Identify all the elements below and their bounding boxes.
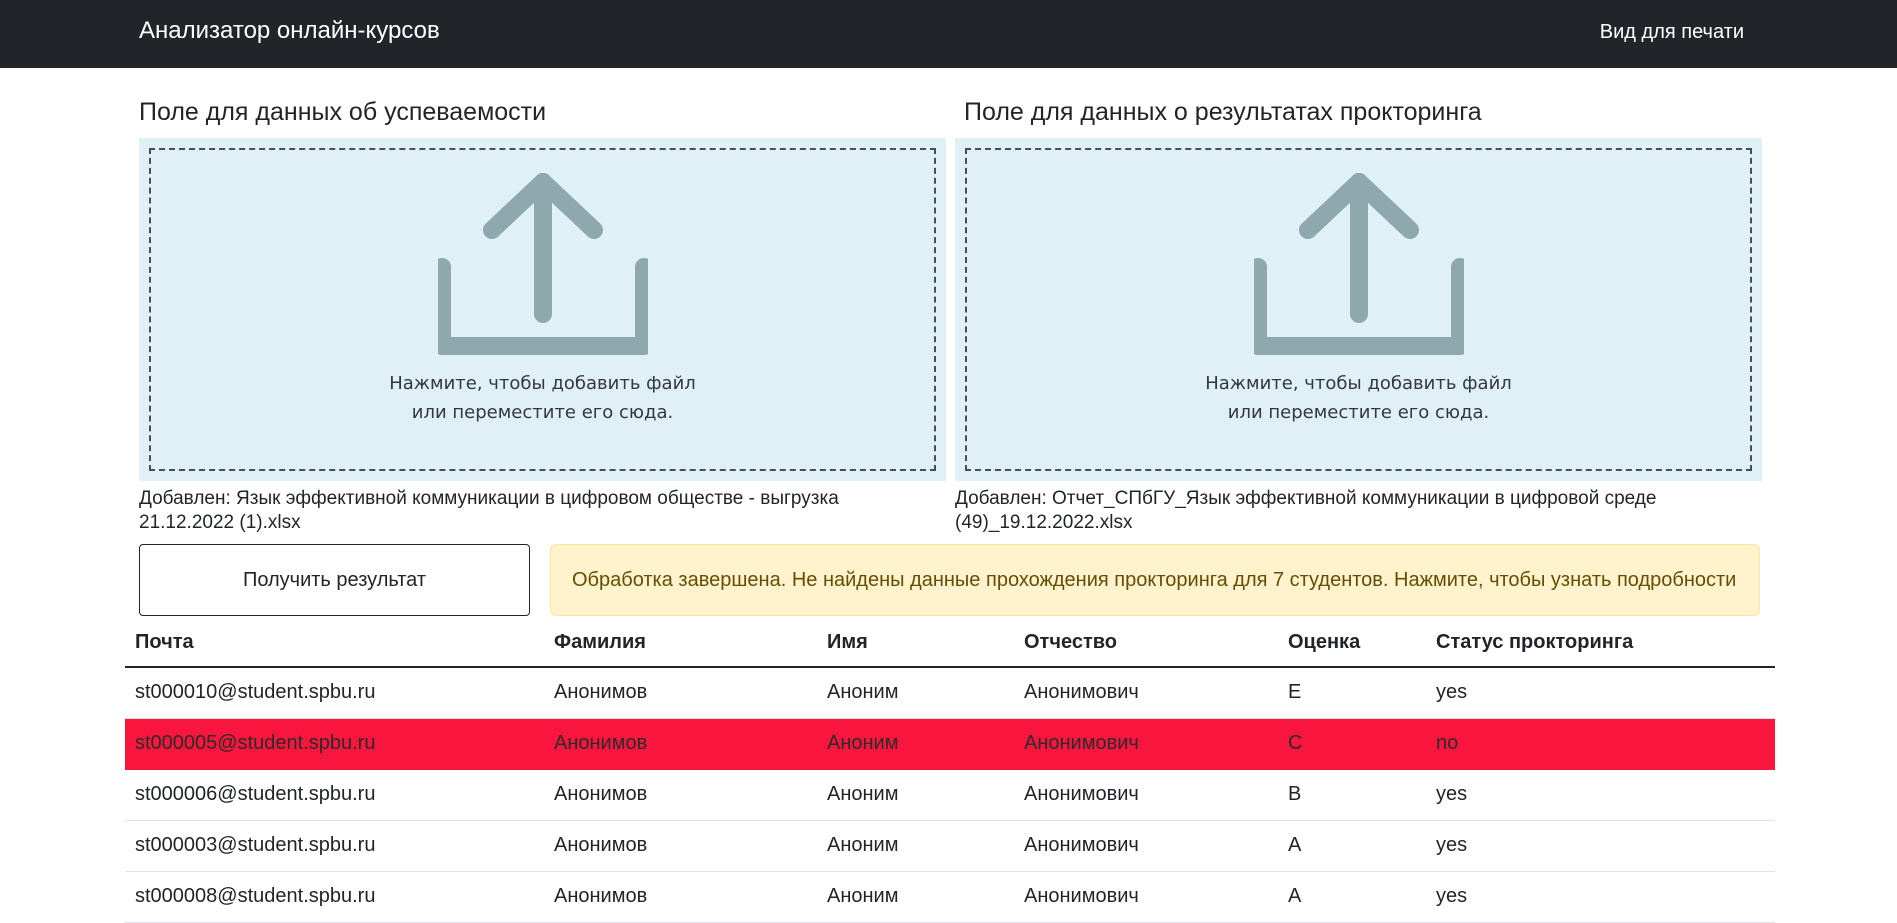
proctoring-dropzone-hint-line2: или переместите его сюда. [1227, 402, 1490, 423]
cell-patronymic: Анонимович [1014, 769, 1278, 821]
cell-grade: B [1278, 769, 1426, 821]
cell-name: Аноним [817, 718, 1014, 770]
cell-proctoring-status: no [1426, 718, 1775, 770]
get-result-button[interactable]: Получить результат [139, 544, 530, 616]
cell-grade: A [1278, 820, 1426, 872]
table-row-flagged: st000005@student.spbu.ru Анонимов Аноним… [125, 718, 1775, 770]
top-navbar: Анализатор онлайн-курсов Вид для печати [0, 0, 1897, 68]
progress-dropzone-hint-line2: или переместите его сюда. [411, 402, 674, 423]
cell-proctoring-status: yes [1426, 871, 1775, 923]
progress-dropzone[interactable]: Нажмите, чтобы добавить файл или перемес… [139, 138, 946, 481]
cell-surname: Анонимов [544, 718, 817, 770]
app-brand-link[interactable]: Анализатор онлайн-курсов [139, 17, 440, 45]
cell-name: Аноним [817, 871, 1014, 923]
cell-grade: C [1278, 718, 1426, 770]
cell-name: Аноним [817, 820, 1014, 872]
cell-surname: Анонимов [544, 820, 817, 872]
cell-patronymic: Анонимович [1014, 820, 1278, 872]
cell-email: st000010@student.spbu.ru [125, 667, 544, 719]
cell-patronymic: Анонимович [1014, 718, 1278, 770]
cell-name: Аноним [817, 769, 1014, 821]
cell-email: st000003@student.spbu.ru [125, 820, 544, 872]
proctoring-dropzone-border: Нажмите, чтобы добавить файл или перемес… [965, 148, 1752, 471]
upload-icon [1253, 173, 1464, 355]
cell-email: st000008@student.spbu.ru [125, 871, 544, 923]
cell-patronymic: Анонимович [1014, 871, 1278, 923]
results-table: Почта Фамилия Имя Отчество Оценка Статус… [125, 619, 1775, 923]
proctoring-upload-title: Поле для данных о результатах прокторинг… [964, 98, 1482, 126]
cell-proctoring-status: yes [1426, 667, 1775, 719]
cell-surname: Анонимов [544, 871, 817, 923]
cell-surname: Анонимов [544, 769, 817, 821]
column-header-surname: Фамилия [544, 619, 817, 668]
column-header-name: Имя [817, 619, 1014, 668]
cell-surname: Анонимов [544, 667, 817, 719]
table-row: st000010@student.spbu.ru Анонимов Аноним… [125, 667, 1775, 719]
cell-patronymic: Анонимович [1014, 667, 1278, 719]
table-row: st000003@student.spbu.ru Анонимов Аноним… [125, 820, 1775, 872]
proctoring-dropzone[interactable]: Нажмите, чтобы добавить файл или перемес… [955, 138, 1762, 481]
progress-dropzone-border: Нажмите, чтобы добавить файл или перемес… [149, 148, 936, 471]
table-row: st000006@student.spbu.ru Анонимов Аноним… [125, 769, 1775, 821]
cell-name: Аноним [817, 667, 1014, 719]
progress-upload-title: Поле для данных об успеваемости [139, 98, 547, 126]
column-header-patronymic: Отчество [1014, 619, 1278, 668]
progress-added-file: Добавлен: Язык эффективной коммуникации … [139, 488, 839, 533]
progress-dropzone-hint-line1: Нажмите, чтобы добавить файл [389, 373, 696, 394]
column-header-proctoring-status: Статус прокторинга [1426, 619, 1775, 668]
cell-grade: E [1278, 667, 1426, 719]
processing-alert[interactable]: Обработка завершена. Не найдены данные п… [550, 544, 1760, 616]
print-view-link[interactable]: Вид для печати [1600, 21, 1744, 44]
cell-grade: A [1278, 871, 1426, 923]
column-header-grade: Оценка [1278, 619, 1426, 668]
table-header-row: Почта Фамилия Имя Отчество Оценка Статус… [125, 619, 1775, 668]
cell-proctoring-status: yes [1426, 820, 1775, 872]
cell-proctoring-status: yes [1426, 769, 1775, 821]
cell-email: st000006@student.spbu.ru [125, 769, 544, 821]
upload-icon [437, 173, 648, 355]
table-row: st000008@student.spbu.ru Анонимов Аноним… [125, 871, 1775, 923]
proctoring-added-file: Добавлен: Отчет_СПбГУ_Язык эффективной к… [955, 488, 1657, 533]
cell-email: st000005@student.spbu.ru [125, 718, 544, 770]
column-header-email: Почта [125, 619, 544, 668]
proctoring-dropzone-hint-line1: Нажмите, чтобы добавить файл [1205, 373, 1512, 394]
